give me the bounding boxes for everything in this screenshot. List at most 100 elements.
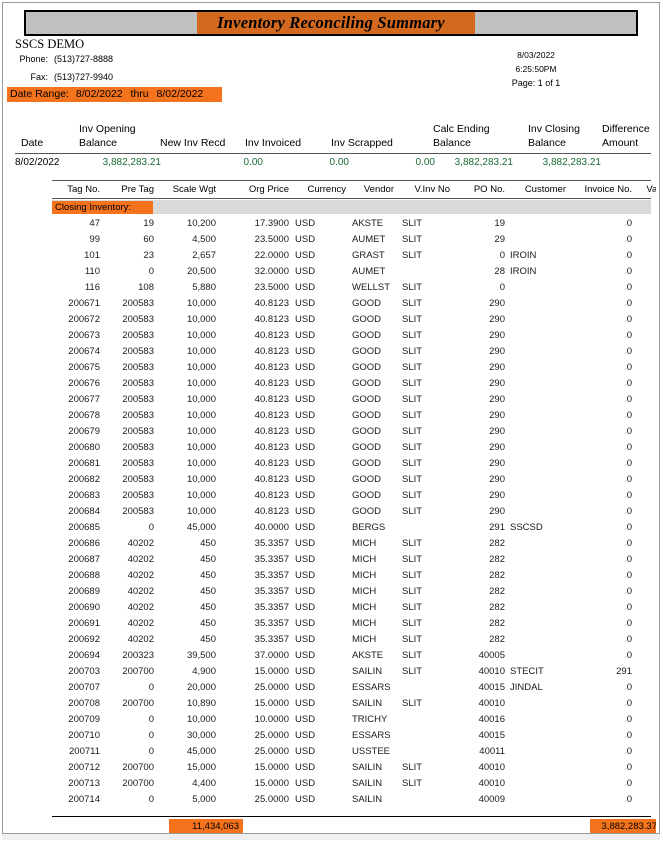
- cell-tag-no: 200692: [68, 634, 100, 645]
- cell-invoice-no: 0: [626, 298, 632, 309]
- table-row[interactable]: 2006914020245035.3357USDMICHSLIT2820159.…: [52, 616, 651, 632]
- table-row[interactable]: 200681 200583 10,000 40.8123 USD GOOD SLIT 290 0…: [52, 456, 651, 472]
- cell-currency: USD: [295, 362, 316, 373]
- table-row[interactable]: 1161085,88023.5000USDWELLSTSLIT001,381.8…: [52, 280, 651, 296]
- table-row[interactable]: 110020,50032.0000USDAUMET28IROIN06,560.0…: [52, 264, 651, 280]
- summary-header-opening-l2: Balance: [79, 137, 117, 149]
- cell-org-price: 40.8123: [254, 394, 289, 405]
- cell-currency: USD: [295, 522, 316, 533]
- detail-header: Tag No. Pre Tag Scale Wgt Org Price Curr…: [52, 183, 656, 197]
- cell-org-price: 35.3357: [254, 554, 289, 565]
- cell-vendor: SAILIN: [352, 778, 383, 789]
- cell-invoice-no: 0: [626, 762, 632, 773]
- table-row[interactable]: 471910,20017.3900USDAKSTESLIT1901,773.78: [52, 216, 651, 232]
- cell-po-no: 290: [489, 442, 505, 453]
- phone-value: (513)727-8888: [54, 54, 114, 64]
- cell-scale-wgt: 20,000: [186, 682, 216, 693]
- cell-pre-tag: 23: [143, 250, 154, 261]
- cell-pre-tag: 40202: [127, 570, 154, 581]
- cell-v-inv-no: SLIT: [402, 314, 423, 325]
- table-row[interactable]: 200679 200583 10,000 40.8123 USD GOOD SLIT 290 0…: [52, 424, 651, 440]
- table-row[interactable]: 200675 200583 10,000 40.8123 USD GOOD SLIT 290 0…: [52, 360, 651, 376]
- cell-currency: USD: [295, 778, 316, 789]
- table-row[interactable]: 101232,65722.0000USDGRASTSLIT0IROIN0584.…: [52, 248, 651, 264]
- cell-vendor: AUMET: [352, 234, 386, 245]
- cell-invoice-no: 0: [626, 362, 632, 373]
- table-row[interactable]: 2006894020245035.3357USDMICHSLIT2820159.…: [52, 584, 651, 600]
- cell-vendor: MICH: [352, 570, 377, 581]
- cell-po-no: 290: [489, 490, 505, 501]
- table-row[interactable]: 200671 200583 10,000 40.8123 USD GOOD SLIT 290 0…: [52, 296, 651, 312]
- cell-invoice-no: 0: [626, 490, 632, 501]
- cell-currency: USD: [295, 650, 316, 661]
- cell-value: 5,000.00: [635, 680, 656, 696]
- cell-pre-tag: 0: [148, 730, 154, 741]
- cell-vendor: GOOD: [352, 458, 382, 469]
- cell-scale-wgt: 5,880: [192, 282, 216, 293]
- table-row[interactable]: 200685045,00040.0000USDBERGS291SSCSD018,…: [52, 520, 651, 536]
- cell-tag-no: 200673: [68, 330, 100, 341]
- cell-vendor: GOOD: [352, 506, 382, 517]
- cell-vendor: MICH: [352, 538, 377, 549]
- table-row[interactable]: 200682 200583 10,000 40.8123 USD GOOD SLIT 290 0…: [52, 472, 651, 488]
- cell-v-inv-no: SLIT: [402, 586, 423, 597]
- table-row[interactable]: 2006864020245035.3357USDMICHSLIT2820159.…: [52, 536, 651, 552]
- table-row[interactable]: 200708 200700 10,890 15.0000 USD SAILIN SLIT 40…: [52, 696, 651, 712]
- cell-org-price: 40.8123: [254, 506, 289, 517]
- table-row[interactable]: 200674 200583 10,000 40.8123 USD GOOD SLIT 290 0…: [52, 344, 651, 360]
- cell-value: 4,081.23: [635, 456, 656, 472]
- summary-inv-closing: 3,882,283.21: [542, 157, 601, 168]
- cell-vendor: WELLST: [352, 282, 391, 293]
- cell-value: 159.01: [635, 632, 656, 648]
- table-row[interactable]: 200673 200583 10,000 40.8123 USD GOOD SLIT 290 0…: [52, 328, 651, 344]
- cell-scale-wgt: 450: [200, 618, 216, 629]
- cell-scale-wgt: 450: [200, 586, 216, 597]
- cell-v-inv-no: SLIT: [402, 778, 423, 789]
- table-row[interactable]: 200677 200583 10,000 40.8123 USD GOOD SLIT 290 0…: [52, 392, 651, 408]
- table-row[interactable]: 2006874020245035.3357USDMICHSLIT2820159.…: [52, 552, 651, 568]
- table-row[interactable]: 200710030,00025.0000USDESSARS4001507,500…: [52, 728, 651, 744]
- cell-value: 4,081.23: [635, 312, 656, 328]
- date-range-label: Date Range:: [10, 88, 69, 100]
- cell-tag-no: 200683: [68, 490, 100, 501]
- cell-po-no: 19: [494, 218, 505, 229]
- summary-inv-invoiced: 0.00: [329, 157, 349, 168]
- cell-currency: USD: [295, 586, 316, 597]
- table-row[interactable]: 200709010,00010.0000USDTRICHY4001601,000…: [52, 712, 651, 728]
- print-time: 6:25:50PM: [515, 64, 557, 74]
- table-row[interactable]: 200712 200700 15,000 15.0000 USD SAILIN SLIT 40…: [52, 760, 651, 776]
- table-row[interactable]: 20071405,00025.0000USDSAILIN4000901,250.…: [52, 792, 651, 808]
- cell-invoice-no: 0: [626, 506, 632, 517]
- cell-currency: USD: [295, 474, 316, 485]
- cell-po-no: 0: [499, 250, 505, 261]
- table-row[interactable]: 200678 200583 10,000 40.8123 USD GOOD SLIT 290 0…: [52, 408, 651, 424]
- cell-tag-no: 200678: [68, 410, 100, 421]
- table-row[interactable]: 200711045,00025.0000USDUSSTEE40011011,25…: [52, 744, 651, 760]
- table-row[interactable]: 200703 200700 4,900 15.0000 USD SAILIN SLIT 400…: [52, 664, 651, 680]
- table-row[interactable]: 200713 200700 4,400 15.0000 USD SAILIN SLIT 400…: [52, 776, 651, 792]
- cell-po-no: 40016: [478, 714, 505, 725]
- cell-vendor: GRAST: [352, 250, 385, 261]
- cell-value: 584.54: [635, 248, 656, 264]
- table-row[interactable]: 2006924020245035.3357USDMICHSLIT2820159.…: [52, 632, 651, 648]
- cell-v-inv-no: SLIT: [402, 506, 423, 517]
- cell-tag-no: 200694: [68, 650, 100, 661]
- cell-invoice-no: 0: [626, 682, 632, 693]
- table-row[interactable]: 2006904020245035.3357USDMICHSLIT2820159.…: [52, 600, 651, 616]
- cell-scale-wgt: 4,400: [192, 778, 216, 789]
- table-row[interactable]: 200676 200583 10,000 40.8123 USD GOOD SLIT 290 0…: [52, 376, 651, 392]
- table-row[interactable]: 99604,50023.5000USDAUMETSLIT2901,057.50: [52, 232, 651, 248]
- table-row[interactable]: 200680 200583 10,000 40.8123 USD GOOD SLIT 290 0…: [52, 440, 651, 456]
- summary-calc-ending: 3,882,283.21: [454, 157, 513, 168]
- table-row[interactable]: 200683 200583 10,000 40.8123 USD GOOD SLIT 290 0…: [52, 488, 651, 504]
- cell-vendor: USSTEE: [352, 746, 391, 757]
- table-row[interactable]: 200672 200583 10,000 40.8123 USD GOOD SLIT 290 0…: [52, 312, 651, 328]
- cell-tag-no: 110: [84, 266, 100, 277]
- table-row[interactable]: 200694 200323 39,500 37.0000 USD AKSTE SLIT 400…: [52, 648, 651, 664]
- cell-invoice-no: 0: [626, 730, 632, 741]
- table-row[interactable]: 200684 200583 10,000 40.8123 USD GOOD SLIT 290 0…: [52, 504, 651, 520]
- cell-invoice-no: 0: [626, 794, 632, 805]
- table-row[interactable]: 200707 0 20,000 25.0000 USD ESSARS 40015 JINDAL…: [52, 680, 651, 696]
- table-row[interactable]: 2006884020245035.3357USDMICHSLIT2820159.…: [52, 568, 651, 584]
- cell-invoice-no: 0: [626, 714, 632, 725]
